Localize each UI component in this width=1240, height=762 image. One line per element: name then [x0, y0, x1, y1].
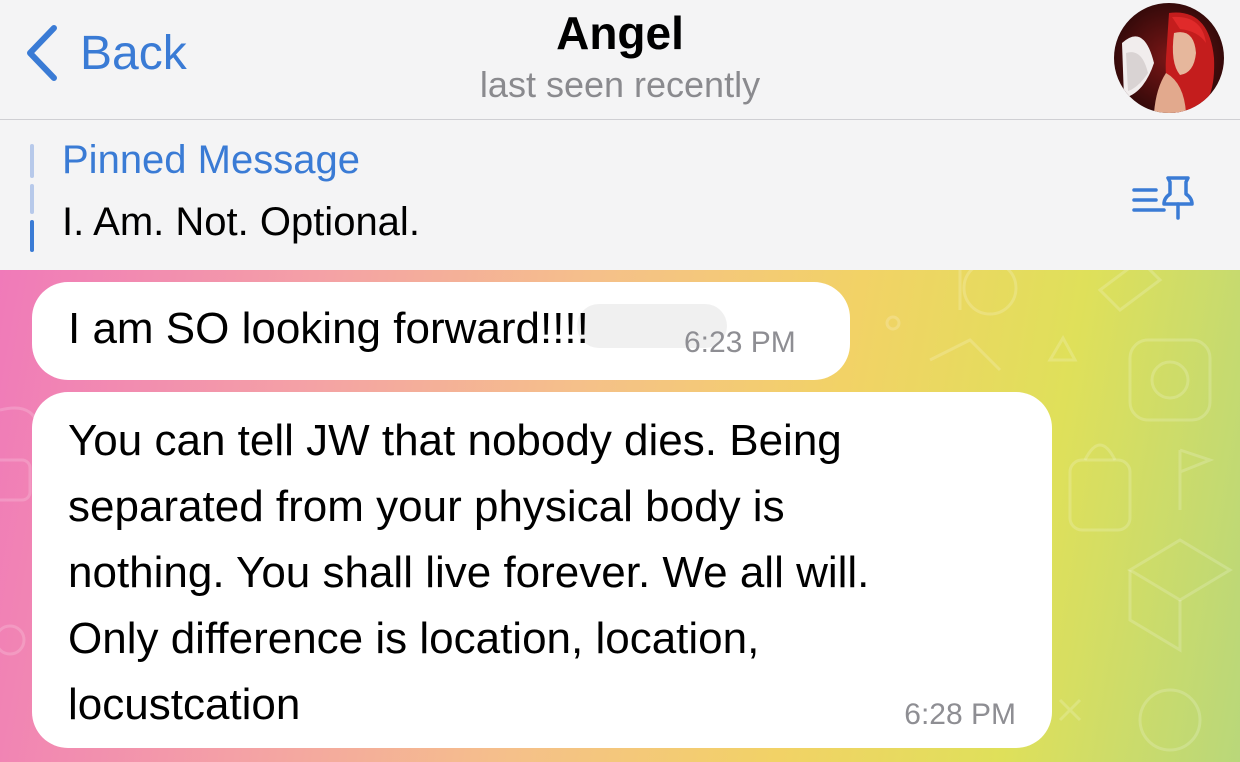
message-text: You can tell JW that nobody dies. Being …: [68, 416, 870, 729]
chat-header: Back Angel last seen recently: [0, 0, 1240, 120]
message-time: 6:28 PM: [904, 698, 1016, 731]
message-bubble[interactable]: You can tell JW that nobody dies. Being …: [32, 392, 1052, 748]
pinned-indicator: [30, 144, 34, 252]
message-bubble[interactable]: I am SO looking forward!!!! 6:23 PM: [32, 282, 850, 380]
chat-status: last seen recently: [479, 64, 761, 105]
message-text: I am SO looking forward!!!!: [68, 304, 589, 353]
pin-list-icon[interactable]: [1130, 168, 1200, 238]
pinned-message-bar[interactable]: Pinned Message I. Am. Not. Optional.: [0, 120, 1240, 270]
pinned-title: Pinned Message: [62, 138, 360, 182]
avatar-image: [1114, 3, 1224, 113]
pinned-text: I. Am. Not. Optional.: [62, 200, 420, 244]
avatar[interactable]: [1114, 3, 1224, 113]
chat-title[interactable]: Angel: [0, 6, 1240, 60]
message-time: 6:23 PM: [684, 326, 796, 359]
chat-area[interactable]: I am SO looking forward!!!! 6:23 PM You …: [0, 270, 1240, 762]
